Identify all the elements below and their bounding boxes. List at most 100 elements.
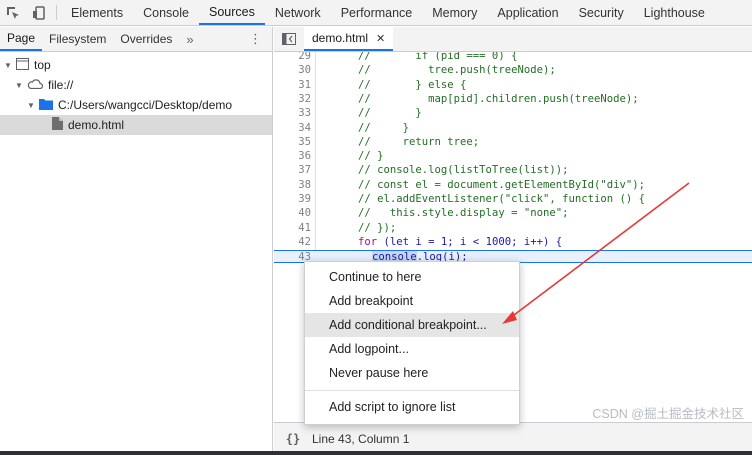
code-text: // }	[358, 122, 409, 135]
tab-memory[interactable]: Memory	[422, 0, 487, 25]
kebab-menu-icon[interactable]: ⋮	[249, 32, 262, 46]
menu-item-never-pause-here[interactable]: Never pause here	[305, 361, 519, 385]
code-line[interactable]: 36 // }	[274, 150, 752, 163]
code-text: // tree.push(treeNode);	[358, 64, 556, 77]
tree-label-top: top	[34, 58, 51, 72]
code-text: // });	[358, 222, 396, 235]
line-number[interactable]: 36	[274, 150, 311, 163]
tree-item-origin[interactable]: ▼ file://	[0, 75, 272, 95]
tab-lighthouse[interactable]: Lighthouse	[634, 0, 715, 25]
cursor-position: Line 43, Column 1	[312, 432, 410, 446]
code-rest: // const el = document.getElementById("d…	[358, 178, 646, 191]
tab-sources[interactable]: Sources	[198, 0, 265, 25]
menu-item-add-conditional-breakpoint[interactable]: Add conditional breakpoint...	[305, 313, 519, 337]
code-rest: // if (pid === 0) {	[358, 52, 518, 62]
context-menu: Continue to here Add breakpoint Add cond…	[304, 261, 520, 425]
close-icon[interactable]: ✕	[376, 32, 385, 45]
code-line[interactable]: 37 // console.log(listToTree(list));	[274, 164, 752, 177]
tree-item-top[interactable]: ▼ top	[0, 55, 272, 75]
code-text: // const el = document.getElementById("d…	[358, 179, 645, 192]
code-rest: // }	[358, 150, 384, 163]
line-number[interactable]: 30	[274, 64, 311, 77]
code-line[interactable]: 29 // if (pid === 0) {	[274, 52, 752, 63]
code-line[interactable]: 31 // } else {	[274, 79, 752, 92]
tab-elements[interactable]: Elements	[61, 0, 133, 25]
menu-item-add-script-to-ignore-list[interactable]: Add script to ignore list	[305, 395, 519, 419]
line-number[interactable]: 33	[274, 107, 311, 120]
frame-icon	[16, 57, 29, 73]
code-line[interactable]: 35 // return tree;	[274, 136, 752, 149]
code-text: // this.style.display = "none";	[358, 207, 568, 220]
code-line[interactable]: 38 // const el = document.getElementById(…	[274, 179, 752, 192]
tree-label-file: demo.html	[68, 118, 125, 132]
code-rest: // return tree;	[358, 135, 480, 148]
more-tabs-icon[interactable]: »	[179, 27, 200, 51]
code-text: // return tree;	[358, 136, 479, 149]
line-number[interactable]: 37	[274, 164, 311, 177]
line-number[interactable]: 40	[274, 207, 311, 220]
menu-item-continue-to-here[interactable]: Continue to here	[305, 265, 519, 289]
code-keyword: for	[358, 235, 378, 248]
line-number[interactable]: 38	[274, 179, 311, 192]
file-icon	[52, 117, 63, 133]
tree-label-origin: file://	[48, 78, 74, 92]
menu-item-add-breakpoint[interactable]: Add breakpoint	[305, 289, 519, 313]
tab-security[interactable]: Security	[569, 0, 634, 25]
tab-performance[interactable]: Performance	[331, 0, 423, 25]
expand-triangle-icon[interactable]: ▼	[14, 81, 24, 90]
line-number[interactable]: 34	[274, 122, 311, 135]
code-rest: // console.log(listToTree(list));	[358, 164, 569, 177]
device-toolbar-icon[interactable]	[26, 0, 52, 25]
code-line[interactable]: 39 // el.addEventListener("click", functi…	[274, 193, 752, 206]
code-rest: // });	[358, 221, 397, 234]
tree-label-folder: C:/Users/wangcci/Desktop/demo	[58, 98, 233, 112]
cloud-icon	[27, 78, 44, 92]
toolbar-divider	[56, 5, 57, 20]
line-number[interactable]: 39	[274, 193, 311, 206]
line-number[interactable]: 31	[274, 79, 311, 92]
code-line[interactable]: 40 // this.style.display = "none";	[274, 207, 752, 220]
file-tree: ▼ top ▼ file:// ▼ C:/Users/wangcci/Deskt…	[0, 52, 272, 135]
line-number[interactable]: 42	[274, 236, 311, 249]
tab-network[interactable]: Network	[265, 0, 331, 25]
tab-overrides[interactable]: Overrides	[113, 27, 179, 51]
expand-triangle-icon[interactable]: ▼	[26, 101, 36, 110]
code-line[interactable]: 34 // }	[274, 122, 752, 135]
code-line[interactable]: 41 // });	[274, 222, 752, 235]
toggle-navigator-icon[interactable]	[274, 27, 304, 51]
code-rest: // }	[358, 121, 410, 134]
line-number[interactable]: 32	[274, 93, 311, 106]
sources-navigator: Page Filesystem Overrides » ⋮ ▼ top ▼ fi…	[0, 27, 273, 455]
file-tab-label: demo.html	[312, 31, 369, 45]
code-text: // map[pid].children.push(treeNode);	[358, 93, 639, 106]
code-text: for (let i = 1; i < 1000; i++) {	[358, 236, 562, 249]
code-rest: // this.style.display = "none";	[358, 207, 569, 220]
inspect-element-icon[interactable]	[0, 0, 26, 25]
code-line[interactable]: 42 for (let i = 1; i < 1000; i++) {	[274, 236, 752, 249]
tree-item-file[interactable]: demo.html	[0, 115, 272, 135]
code-rest: // el.addEventListener("click", function…	[358, 193, 646, 205]
folder-icon	[39, 98, 53, 113]
file-tab-demo[interactable]: demo.html ✕	[304, 27, 394, 51]
code-rest: // } else {	[358, 78, 467, 91]
pretty-print-button[interactable]: {}	[274, 432, 312, 446]
code-line[interactable]: 32 // map[pid].children.push(treeNode);	[274, 93, 752, 106]
tab-page[interactable]: Page	[0, 27, 43, 51]
code-text: // }	[358, 150, 384, 163]
line-number[interactable]: 29	[274, 52, 311, 63]
line-number[interactable]: 41	[274, 222, 311, 235]
watermark: CSDN @掘土掘金技术社区	[592, 407, 744, 421]
tab-application[interactable]: Application	[487, 0, 568, 25]
line-number[interactable]: 35	[274, 136, 311, 149]
menu-divider	[305, 390, 519, 391]
menu-item-add-logpoint[interactable]: Add logpoint...	[305, 337, 519, 361]
code-text: // }	[358, 107, 422, 120]
code-line[interactable]: 30 // tree.push(treeNode);	[274, 64, 752, 77]
tab-filesystem[interactable]: Filesystem	[42, 27, 113, 51]
tab-console[interactable]: Console	[133, 0, 199, 25]
code-text: // } else {	[358, 79, 466, 92]
expand-triangle-icon[interactable]: ▼	[3, 61, 13, 70]
tree-item-folder[interactable]: ▼ C:/Users/wangcci/Desktop/demo	[0, 95, 272, 115]
code-line[interactable]: 33 // }	[274, 107, 752, 120]
devtools-main-toolbar: Elements Console Sources Network Perform…	[0, 0, 752, 26]
